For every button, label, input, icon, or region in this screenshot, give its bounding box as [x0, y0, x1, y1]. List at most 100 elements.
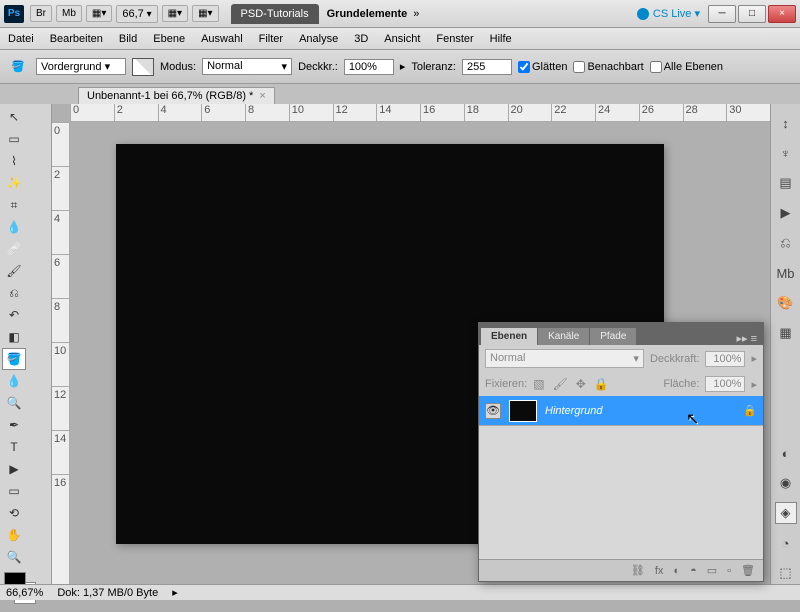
dodge-tool[interactable]: 🔍: [2, 392, 26, 414]
workspace-tab[interactable]: PSD-Tutorials: [231, 4, 319, 24]
layers-panel[interactable]: Ebenen Kanäle Pfade ▸▸ ≡ Normal▾ Deckkra…: [478, 322, 764, 582]
contiguous-checkbox[interactable]: Benachbart: [573, 61, 643, 73]
masks-panel-icon[interactable]: ◉: [775, 472, 797, 494]
menu-ansicht[interactable]: Ansicht: [384, 33, 420, 45]
flaeche-label: Fläche:: [663, 378, 699, 390]
doc-info[interactable]: Dok: 1,37 MB/0 Byte: [57, 587, 158, 599]
layer-blend-mode-select[interactable]: Normal▾: [485, 349, 644, 368]
menu-3d[interactable]: 3D: [354, 33, 368, 45]
panel-dock: ↕ ♆ ▤ ▶ ⎌ Mb 🎨 ▦ ◐ ◉ ◈ ◔ ⬚: [770, 104, 800, 584]
lock-transparency-icon[interactable]: ▧: [533, 377, 544, 391]
lock-pixels-icon[interactable]: 🖌: [553, 377, 568, 391]
pen-tool[interactable]: ✒: [2, 414, 26, 436]
document-tab[interactable]: Unbenannt-1 bei 66,7% (RGB/8) * ×: [78, 87, 275, 104]
tolerance-label: Toleranz:: [411, 61, 456, 73]
cs-live-button[interactable]: CS Live ▾: [637, 7, 700, 20]
fill-source-select[interactable]: Vordergrund ▾: [36, 58, 126, 75]
paths-panel-icon[interactable]: ⬚: [775, 562, 797, 584]
screen-mode-button[interactable]: ▦▾: [86, 5, 112, 22]
layer-name[interactable]: Hintergrund: [545, 405, 735, 417]
shape-tool[interactable]: ▭: [2, 480, 26, 502]
tab-ebenen[interactable]: Ebenen: [481, 328, 537, 345]
document-tab-label: Unbenannt-1 bei 66,7% (RGB/8) *: [87, 90, 253, 102]
chevron-right-icon[interactable]: ▸: [172, 586, 178, 599]
type-tool[interactable]: T: [2, 436, 26, 458]
eraser-tool[interactable]: ◧: [2, 326, 26, 348]
layer-mask-icon[interactable]: ◐: [673, 565, 680, 577]
magic-wand-tool[interactable]: ✨: [2, 172, 26, 194]
adjustment-layer-icon[interactable]: ◓: [690, 565, 697, 577]
bridge-button[interactable]: Br: [30, 5, 52, 22]
menu-ebene[interactable]: Ebene: [153, 33, 185, 45]
layers-panel-icon[interactable]: ◈: [775, 502, 797, 524]
close-tab-icon[interactable]: ×: [259, 90, 265, 102]
minimize-button[interactable]: ─: [708, 5, 736, 23]
delete-layer-icon[interactable]: 🗑: [741, 564, 755, 577]
tolerance-input[interactable]: 255: [462, 59, 512, 75]
mb-panel-icon[interactable]: Mb: [775, 262, 797, 284]
minibridge-button[interactable]: Mb: [56, 5, 82, 22]
lock-position-icon[interactable]: ✥: [576, 377, 586, 391]
history-brush-tool[interactable]: ↶: [2, 304, 26, 326]
stamp-tool[interactable]: ⎌: [2, 282, 26, 304]
lock-all-icon[interactable]: 🔒: [594, 377, 609, 391]
tab-kanaele[interactable]: Kanäle: [538, 328, 589, 345]
layer-fill-input[interactable]: 100%: [705, 376, 745, 392]
visibility-toggle[interactable]: 👁: [485, 403, 501, 419]
close-button[interactable]: ×: [768, 5, 796, 23]
history-panel-icon[interactable]: ↕: [775, 112, 797, 134]
paint-bucket-tool[interactable]: 🪣: [2, 348, 26, 370]
path-select-tool[interactable]: ▶: [2, 458, 26, 480]
new-layer-icon[interactable]: ▫: [727, 565, 731, 577]
maximize-button[interactable]: □: [738, 5, 766, 23]
menu-filter[interactable]: Filter: [259, 33, 283, 45]
toolbox: ↖ ▭ ⌇ ✨ ⌗ 💧 🩹 🖌 ⎌ ↶ ◧ 🪣 💧 🔍 ✒ T ▶ ▭ ⟲ ✋ …: [0, 104, 52, 584]
layer-row[interactable]: 👁 Hintergrund 🔒: [479, 396, 763, 426]
workspace-label[interactable]: Grundelemente: [327, 8, 408, 20]
channels-panel-icon[interactable]: ◔: [775, 532, 797, 554]
zoom-level-button[interactable]: 66,7 ▾: [116, 5, 157, 23]
menu-hilfe[interactable]: Hilfe: [490, 33, 512, 45]
modus-label: Modus:: [160, 61, 196, 73]
play-icon[interactable]: ▶: [775, 202, 797, 224]
chevron-right-icon[interactable]: »: [413, 8, 419, 20]
new-group-icon[interactable]: ▭: [707, 564, 717, 577]
eyedropper-tool[interactable]: 💧: [2, 216, 26, 238]
adjustments-panel-icon[interactable]: ◐: [775, 442, 797, 464]
layer-fx-icon[interactable]: fx: [655, 565, 664, 577]
menu-auswahl[interactable]: Auswahl: [201, 33, 243, 45]
zoom-tool[interactable]: 🔍: [2, 546, 26, 568]
antialias-checkbox[interactable]: Glätten: [518, 61, 567, 73]
move-tool[interactable]: ↖: [2, 106, 26, 128]
panel-menu-icon[interactable]: ▸▸ ≡: [730, 332, 763, 345]
opacity-input[interactable]: 100%: [344, 59, 394, 75]
info-panel-icon[interactable]: ▤: [775, 172, 797, 194]
link-layers-icon[interactable]: ⛓: [631, 564, 645, 577]
menu-bild[interactable]: Bild: [119, 33, 137, 45]
layer-opacity-input[interactable]: 100%: [705, 351, 745, 367]
brush-tool[interactable]: 🖌: [2, 260, 26, 282]
blend-mode-select[interactable]: Normal▾: [202, 58, 292, 75]
color-panel-icon[interactable]: 🎨: [775, 292, 797, 314]
actions-panel-icon[interactable]: ♆: [775, 142, 797, 164]
layer-thumbnail[interactable]: [509, 400, 537, 422]
swatches-panel-icon[interactable]: ▦: [775, 322, 797, 344]
3d-tool[interactable]: ⟲: [2, 502, 26, 524]
pattern-swatch[interactable]: [132, 58, 154, 76]
styles-panel-icon[interactable]: ⎌: [775, 232, 797, 254]
zoom-status[interactable]: 66,67%: [6, 587, 43, 599]
menu-datei[interactable]: Datei: [8, 33, 34, 45]
tab-pfade[interactable]: Pfade: [590, 328, 636, 345]
hand-tool[interactable]: ✋: [2, 524, 26, 546]
view-icon[interactable]: ▦▾: [192, 5, 218, 22]
all-layers-checkbox[interactable]: Alle Ebenen: [650, 61, 723, 73]
arrange-icon[interactable]: ▦▾: [162, 5, 188, 22]
lasso-tool[interactable]: ⌇: [2, 150, 26, 172]
menu-fenster[interactable]: Fenster: [436, 33, 473, 45]
menu-bearbeiten[interactable]: Bearbeiten: [50, 33, 103, 45]
marquee-tool[interactable]: ▭: [2, 128, 26, 150]
blur-tool[interactable]: 💧: [2, 370, 26, 392]
crop-tool[interactable]: ⌗: [2, 194, 26, 216]
healing-tool[interactable]: 🩹: [2, 238, 26, 260]
menu-analyse[interactable]: Analyse: [299, 33, 338, 45]
